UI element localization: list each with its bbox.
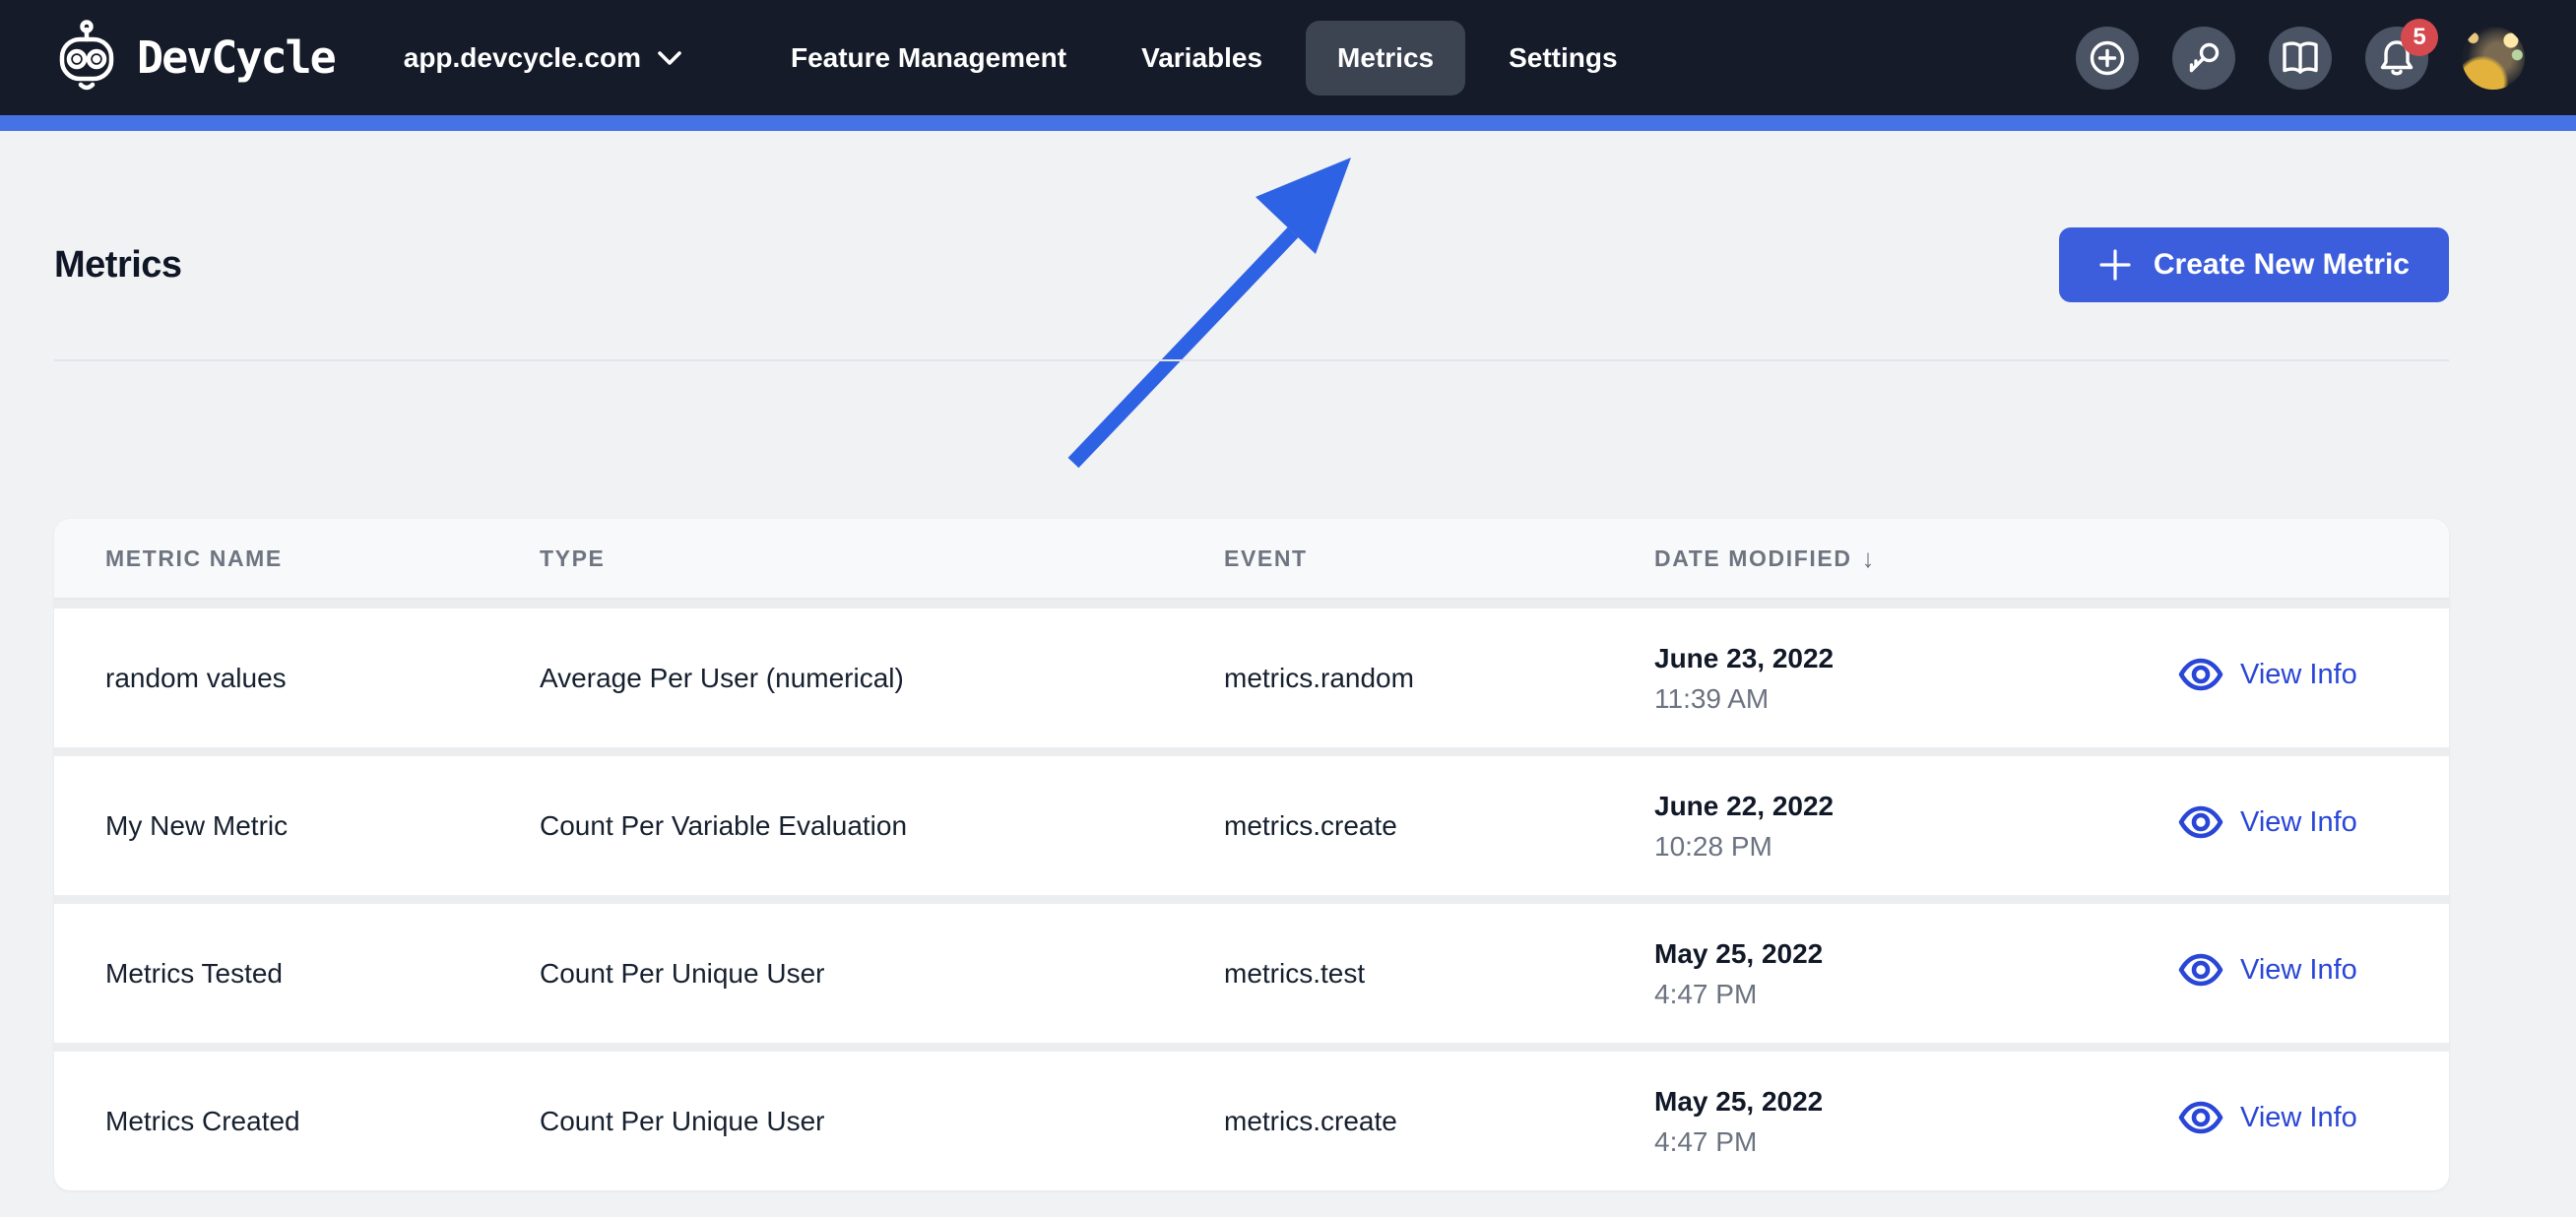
docs-button[interactable] [2269, 26, 2332, 90]
header-divider [54, 359, 2449, 361]
metric-type-cell: Average Per User (numerical) [540, 662, 904, 693]
nav-item-variables[interactable]: Variables [1110, 21, 1294, 96]
brand-wordmark: DevCycle [137, 32, 337, 84]
book-icon [2281, 40, 2320, 76]
nav-item-feature-management[interactable]: Feature Management [759, 21, 1098, 96]
view-info-label: View Info [2240, 1101, 2357, 1133]
accent-bar [0, 115, 2576, 131]
table-row: Metrics Created Count Per Unique User me… [54, 1052, 2449, 1190]
notifications-button[interactable]: 5 [2365, 18, 2438, 90]
view-info-label: View Info [2240, 658, 2357, 690]
top-navigation: DevCycle app.devcycle.com Feature Manage… [0, 0, 2576, 115]
sort-descending-icon[interactable]: ↓ [1862, 544, 1877, 574]
date-modified-cell: May 25, 2022 4:47 PM [1654, 933, 2157, 1014]
table-header-row: METRIC NAME TYPE EVENT DATE MODIFIED ↓ [54, 519, 2449, 600]
metric-type-cell: Count Per Unique User [540, 1105, 825, 1136]
column-header-date-modified-label: DATE MODIFIED [1654, 544, 1852, 571]
view-info-label: View Info [2240, 805, 2357, 838]
devcycle-robot-logo-icon [54, 19, 119, 96]
time-value: 11:39 AM [1654, 682, 1770, 714]
primary-nav-links: Feature Management Variables Metrics Set… [759, 20, 1649, 96]
actions-cell: View Info [2157, 805, 2449, 846]
org-project-selector-label: app.devcycle.com [403, 41, 641, 73]
create-new-metric-button-label: Create New Metric [2153, 248, 2410, 281]
metric-name-cell: Metrics Created [105, 1105, 300, 1136]
view-info-link[interactable]: View Info [2178, 658, 2357, 691]
table-row: Metrics Tested Count Per Unique User met… [54, 904, 2449, 1043]
view-info-label: View Info [2240, 953, 2357, 986]
date-value: June 23, 2022 [1654, 642, 1835, 673]
actions-cell: View Info [2157, 1101, 2449, 1141]
view-info-link[interactable]: View Info [2178, 805, 2357, 839]
create-new-metric-button[interactable]: Create New Metric [2058, 227, 2449, 302]
nav-utility-area: 5 [2076, 18, 2525, 90]
metric-name-cell: random values [105, 662, 287, 693]
table-row: random values Average Per User (numerica… [54, 608, 2449, 747]
plus-icon [2098, 248, 2132, 282]
metric-event-cell: metrics.create [1224, 1105, 1397, 1136]
metric-name-cell: Metrics Tested [105, 957, 283, 989]
column-header-metric-name-label: METRIC NAME [105, 544, 283, 571]
nav-item-metrics[interactable]: Metrics [1306, 20, 1466, 96]
main-content: Metrics Create New Metric METRIC NAME TY… [0, 227, 2576, 1190]
column-header-event-label: EVENT [1224, 544, 1308, 571]
metric-type-cell: Count Per Unique User [540, 957, 825, 989]
eye-icon [2178, 953, 2223, 987]
page-title: Metrics [54, 243, 182, 286]
actions-cell: View Info [2157, 658, 2449, 698]
user-avatar[interactable] [2462, 26, 2525, 90]
eye-icon [2178, 1101, 2223, 1134]
metric-event-cell: metrics.test [1224, 957, 1366, 989]
view-info-link[interactable]: View Info [2178, 953, 2357, 987]
column-header-event[interactable]: EVENT [1224, 545, 1654, 572]
nav-item-settings[interactable]: Settings [1477, 21, 1648, 96]
metric-name-cell: My New Metric [105, 809, 289, 841]
column-header-date-modified[interactable]: DATE MODIFIED ↓ [1654, 544, 2157, 574]
org-project-selector[interactable]: app.devcycle.com [404, 42, 682, 74]
date-value: June 22, 2022 [1654, 790, 1835, 821]
column-header-metric-name[interactable]: METRIC NAME [105, 545, 540, 572]
metrics-table: METRIC NAME TYPE EVENT DATE MODIFIED ↓ r… [54, 519, 2449, 1190]
metric-type-cell: Count Per Variable Evaluation [540, 809, 908, 841]
brand[interactable]: DevCycle [54, 19, 337, 96]
metric-event-cell: metrics.create [1224, 809, 1397, 841]
table-row: My New Metric Count Per Variable Evaluat… [54, 756, 2449, 895]
page-header: Metrics Create New Metric [54, 227, 2449, 302]
api-keys-button[interactable] [2172, 26, 2235, 90]
date-value: May 25, 2022 [1654, 1085, 1824, 1117]
time-value: 10:28 PM [1654, 830, 1772, 862]
notification-count-badge: 5 [2401, 18, 2438, 56]
column-header-type[interactable]: TYPE [540, 545, 1224, 572]
time-value: 4:47 PM [1654, 1125, 1758, 1157]
key-icon [2185, 39, 2222, 77]
date-modified-cell: May 25, 2022 4:47 PM [1654, 1081, 2157, 1162]
chevron-down-icon [657, 50, 682, 66]
metric-event-cell: metrics.random [1224, 662, 1414, 693]
time-value: 4:47 PM [1654, 978, 1758, 1009]
date-value: May 25, 2022 [1654, 937, 1824, 969]
plus-circle-icon [2089, 39, 2126, 77]
eye-icon [2178, 805, 2223, 839]
column-header-type-label: TYPE [540, 544, 606, 571]
view-info-link[interactable]: View Info [2178, 1101, 2357, 1134]
date-modified-cell: June 23, 2022 11:39 AM [1654, 638, 2157, 719]
date-modified-cell: June 22, 2022 10:28 PM [1654, 786, 2157, 866]
eye-icon [2178, 658, 2223, 691]
add-new-button[interactable] [2076, 26, 2139, 90]
actions-cell: View Info [2157, 953, 2449, 993]
